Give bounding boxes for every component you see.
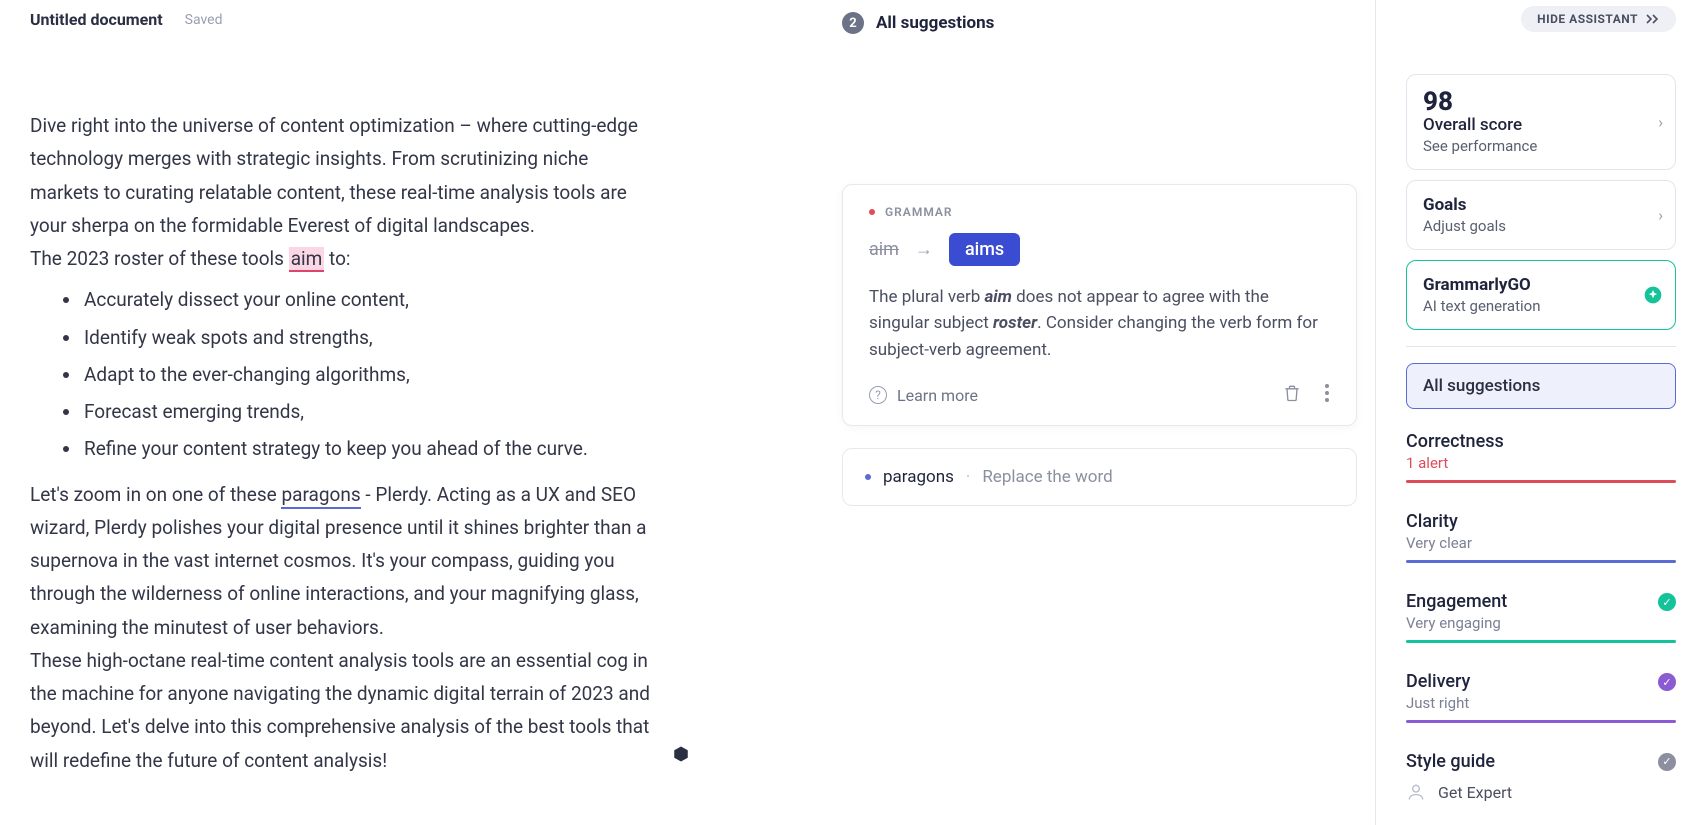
learn-more-label: Learn more [897,386,978,405]
overall-score-value: 98 [1423,89,1659,115]
grammar-highlight-aim[interactable]: aim [289,247,325,272]
divider [1406,346,1676,347]
metric-title: Style guide [1406,751,1495,772]
clarity-highlight-paragons[interactable]: paragons [281,483,360,509]
metric-sub: Just right [1406,694,1676,712]
grammarlygo-sub: AI text generation [1423,297,1659,315]
paragraph[interactable]: Let's zoom in on one of these paragons -… [30,478,662,644]
suggestion-category: GRAMMAR [885,205,953,219]
accept-suggestion-button[interactable]: aims [949,233,1020,266]
check-icon: ✓ [1658,753,1676,771]
separator-dot-icon: · [966,467,970,487]
text-run: The plural verb [869,287,984,307]
metric-bar [1406,560,1676,563]
goals-card[interactable]: Goals Adjust goals › [1406,180,1676,250]
suggestions-title: All suggestions [876,13,994,33]
metric-sub: Very engaging [1406,614,1676,632]
list-item[interactable]: Adapt to the ever-changing algorithms, [82,358,662,391]
overall-score-title: Overall score [1423,115,1659,135]
metric-title: Correctness [1406,431,1676,452]
suggestions-pane: 2 All suggestions GRAMMAR aim → aims The… [842,0,1376,825]
correctness-dot-icon [869,209,875,215]
paragraph[interactable]: The 2023 roster of these tools aim to: [30,242,662,275]
grammarlygo-title: GrammarlyGO [1423,275,1659,295]
text-run[interactable]: Let's zoom in on one of these [30,483,281,506]
metric-sub: 1 alert [1406,454,1676,472]
metric-title: Clarity [1406,511,1676,532]
document-body[interactable]: Dive right into the universe of content … [30,109,812,777]
metric-bar [1406,480,1676,483]
dismiss-suggestion-button[interactable] [1282,383,1302,407]
get-expert-label: Get Expert [1438,783,1512,802]
person-icon [1406,782,1426,802]
hide-assistant-button[interactable]: HIDE ASSISTANT [1521,6,1676,32]
metric-correctness[interactable]: Correctness 1 alert [1406,431,1676,483]
overall-score-sub: See performance [1423,137,1659,155]
metric-bar [1406,640,1676,643]
suggestions-count-badge: 2 [842,12,864,34]
suggestion-card-grammar[interactable]: GRAMMAR aim → aims The plural verb aim d… [842,184,1357,426]
collapsed-word: paragons [883,467,954,487]
original-word: aim [869,239,899,260]
paragraph[interactable]: Dive right into the universe of content … [30,109,662,242]
list-item[interactable]: Refine your content strategy to keep you… [82,432,662,465]
suggestion-card-footer: ? Learn more [869,383,1330,407]
rewrite-row: aim → aims [869,233,1330,266]
chevrons-right-icon [1646,14,1660,24]
paragraph[interactable]: These high-octane real-time content anal… [30,644,662,777]
check-icon: ✓ [1658,593,1676,611]
metric-title: Engagement [1406,591,1676,612]
list-item[interactable]: Forecast emerging trends, [82,395,662,428]
chevron-right-icon: › [1658,206,1663,225]
arrow-right-icon: → [915,239,933,260]
collapsed-hint: Replace the word [982,467,1112,487]
metric-sub: Very clear [1406,534,1676,552]
goals-sub: Adjust goals [1423,217,1659,235]
suggestions-header: 2 All suggestions [842,12,1357,34]
sparkle-icon [1643,285,1663,305]
all-suggestions-filter[interactable]: All suggestions [1406,363,1676,409]
goals-title: Goals [1423,195,1659,215]
metric-styleguide[interactable]: Style guide ✓ [1406,751,1676,772]
editor-pane: Untitled document Saved Dive right into … [0,0,842,825]
text-run[interactable]: to: [324,247,350,270]
text-run[interactable]: The 2023 roster of these tools [30,247,289,270]
more-options-button[interactable] [1324,383,1330,407]
save-status: Saved [185,12,223,28]
document-title[interactable]: Untitled document [30,10,163,29]
suggestion-category-row: GRAMMAR [869,205,1330,219]
metric-clarity[interactable]: Clarity Very clear [1406,511,1676,563]
check-icon: ✓ [1658,673,1676,691]
document-header: Untitled document Saved [30,10,812,29]
learn-more-link[interactable]: ? Learn more [869,386,978,405]
clarity-dot-icon [865,474,871,480]
help-icon: ? [869,386,887,404]
list-item[interactable]: Accurately dissect your online content, [82,283,662,316]
list-item[interactable]: Identify weak spots and strengths, [82,321,662,354]
grammarlygo-card[interactable]: GrammarlyGO AI text generation [1406,260,1676,330]
floating-widget-icon[interactable] [672,745,690,763]
hide-assistant-label: HIDE ASSISTANT [1537,12,1638,26]
bullet-list[interactable]: Accurately dissect your online content, … [82,283,662,465]
chevron-right-icon: › [1658,113,1663,132]
get-expert-link[interactable]: Get Expert [1406,782,1676,802]
metric-engagement[interactable]: ✓ Engagement Very engaging [1406,591,1676,643]
emphasis-word: aim [984,287,1011,307]
suggestion-explanation: The plural verb aim does not appear to a… [869,284,1330,363]
metric-bar [1406,720,1676,723]
overall-score-card[interactable]: 98 Overall score See performance › [1406,74,1676,170]
metric-title: Delivery [1406,671,1676,692]
emphasis-word: roster [993,313,1037,333]
assistant-panel: HIDE ASSISTANT 98 Overall score See perf… [1376,0,1692,825]
suggestion-card-collapsed[interactable]: paragons · Replace the word [842,448,1357,506]
metric-delivery[interactable]: ✓ Delivery Just right [1406,671,1676,723]
